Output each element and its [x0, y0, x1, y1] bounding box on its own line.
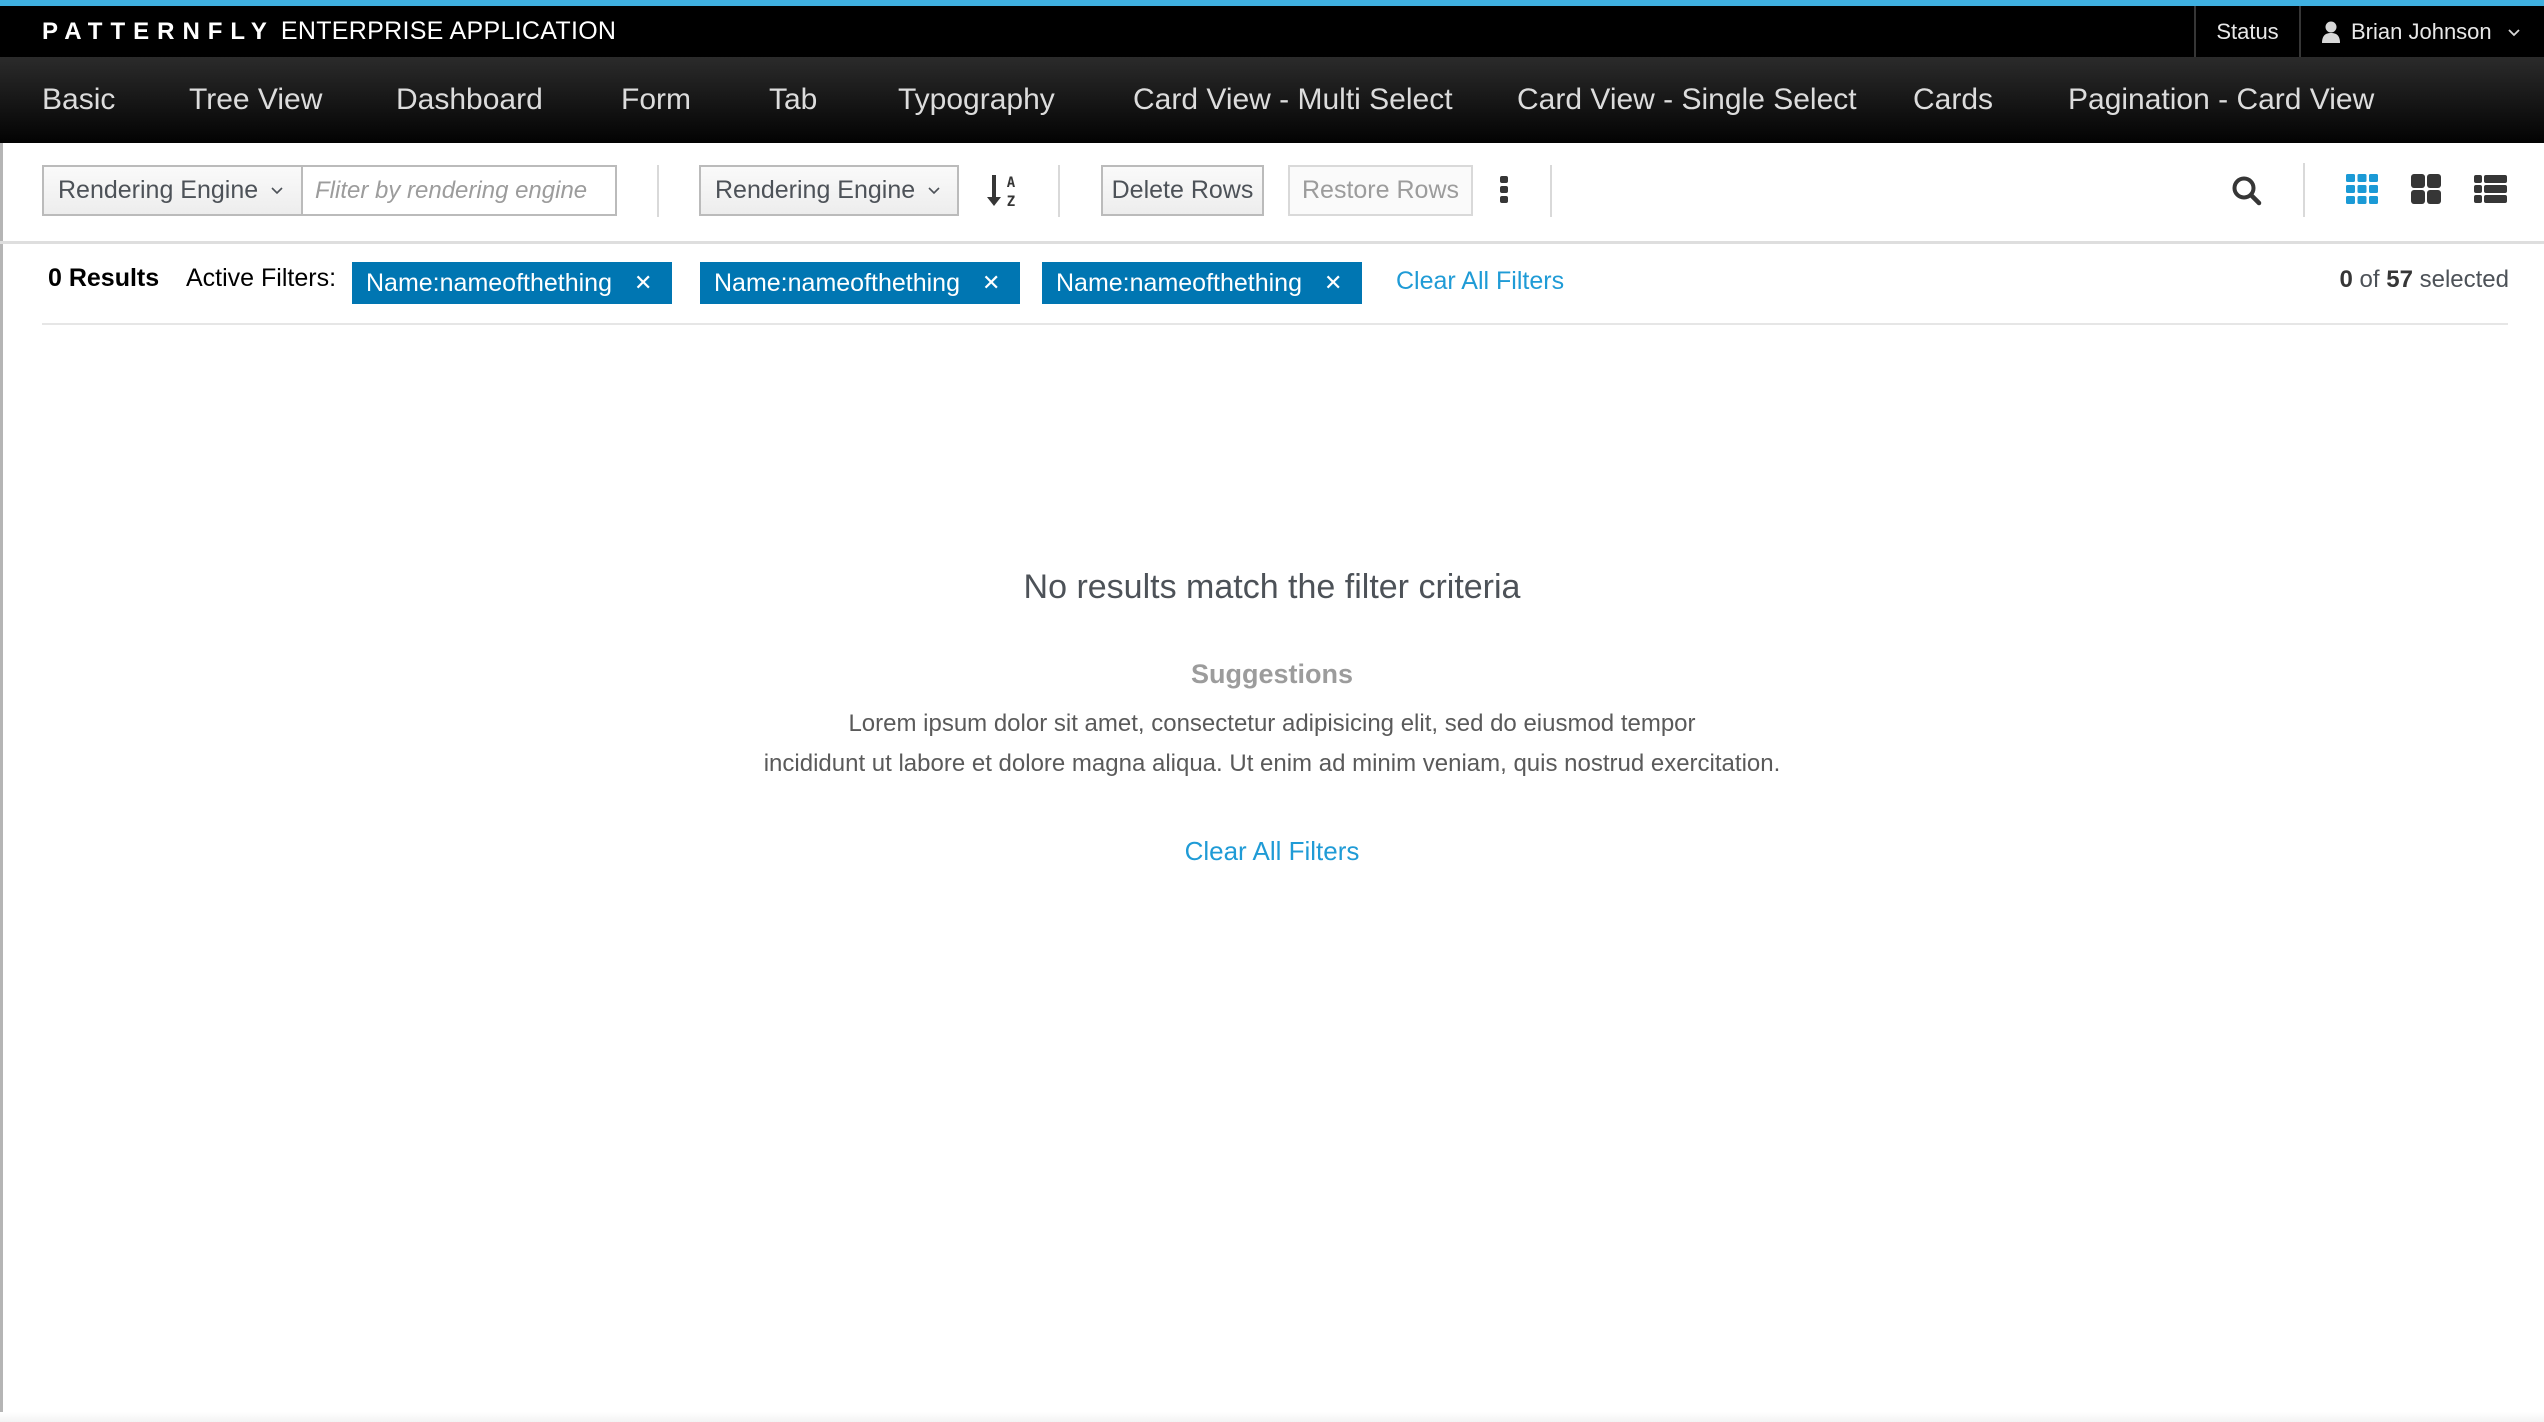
filter-field-label: Rendering Engine: [58, 176, 259, 204]
empty-state-text: Lorem ipsum dolor sit amet, consectetur …: [0, 704, 2544, 784]
selection-count: 0 of 57 selected: [2340, 266, 2509, 294]
brand[interactable]: PATTERNFLY ENTERPRISE APPLICATION: [42, 6, 616, 57]
clear-all-filters-link[interactable]: Clear All Filters: [1396, 267, 1564, 296]
toolbar-divider: [657, 165, 659, 217]
active-filters-label: Active Filters:: [186, 264, 337, 292]
nav-item-form[interactable]: Form: [621, 57, 691, 143]
search-icon[interactable]: [2231, 175, 2263, 207]
nav-item-dashboard[interactable]: Dashboard: [396, 57, 543, 143]
user-dropdown[interactable]: Brian Johnson: [2299, 6, 2544, 57]
brand-logo: PATTERNFLY: [42, 17, 275, 45]
sort-field-label: Rendering Engine: [715, 176, 916, 204]
toolbar: Rendering Engine Rendering Engine A Z De…: [0, 143, 2544, 244]
results-divider: [42, 323, 2508, 325]
empty-state-title: No results match the filter criteria: [1023, 568, 1521, 606]
close-icon[interactable]: ✕: [982, 270, 1000, 296]
total-number: 57: [2386, 266, 2413, 293]
delete-rows-label: Delete Rows: [1111, 176, 1254, 204]
masthead: PATTERNFLY ENTERPRISE APPLICATION Status…: [0, 6, 2544, 58]
list-icon[interactable]: [2474, 175, 2507, 203]
of-label: of: [2359, 266, 2380, 293]
kebab-icon[interactable]: [1497, 175, 1511, 205]
utility-menu: Status Brian Johnson: [2194, 6, 2544, 57]
restore-rows-button[interactable]: Restore Rows: [1288, 165, 1473, 216]
primary-nav: Basic Tree View Dashboard Form Tab Typog…: [0, 57, 2544, 143]
sort-field-dropdown[interactable]: Rendering Engine: [699, 165, 959, 216]
close-icon[interactable]: ✕: [634, 270, 652, 296]
filter-pill-label: Name:nameofthething: [1056, 268, 1302, 297]
filter-pill: Name:nameofthething ✕: [1042, 262, 1362, 304]
filter-input[interactable]: [303, 165, 617, 216]
user-icon: [2322, 21, 2340, 43]
selected-label: selected: [2419, 266, 2509, 293]
selected-number: 0: [2339, 266, 2353, 293]
chevron-down-icon: [271, 186, 283, 194]
nav-item-tab[interactable]: Tab: [769, 57, 817, 143]
toolbar-divider: [2303, 163, 2305, 217]
nav-item-tree-view[interactable]: Tree View: [189, 57, 322, 143]
empty-state-clear-all-filters-link[interactable]: Clear All Filters: [1185, 836, 1360, 867]
grid-large-icon[interactable]: [2411, 174, 2441, 204]
user-name: Brian Johnson: [2351, 18, 2492, 44]
nav-item-typography[interactable]: Typography: [898, 57, 1055, 143]
filter-pill: Name:nameofthething ✕: [700, 262, 1020, 304]
nav-item-card-view-single-select[interactable]: Card View - Single Select: [1517, 57, 1857, 143]
svg-text:A: A: [1007, 175, 1016, 191]
empty-state-subtitle: Suggestions: [1190, 659, 1353, 689]
filter-field-dropdown[interactable]: Rendering Engine: [42, 165, 303, 216]
nav-item-card-view-multi-select[interactable]: Card View - Multi Select: [1133, 57, 1453, 143]
nav-item-basic[interactable]: Basic: [42, 57, 115, 143]
results-count: 0 Results: [48, 264, 160, 292]
nav-item-cards[interactable]: Cards: [1913, 57, 1993, 143]
status-label: Status: [2216, 18, 2279, 44]
bottom-edge: [0, 1412, 2544, 1422]
grid-small-icon[interactable]: [2346, 174, 2378, 204]
empty-state: No results match the filter criteria Sug…: [0, 560, 2544, 867]
sort-alpha-asc-icon[interactable]: A Z: [987, 173, 1021, 209]
filter-pill-label: Name:nameofthething: [366, 268, 612, 297]
svg-text:Z: Z: [1007, 194, 1015, 209]
toolbar-divider: [1550, 165, 1552, 217]
chevron-down-icon: [2508, 28, 2520, 36]
close-icon[interactable]: ✕: [1324, 270, 1342, 296]
empty-state-text-line: incididunt ut labore et dolore magna ali…: [763, 750, 1781, 777]
status-link[interactable]: Status: [2194, 6, 2299, 57]
empty-state-text-line: Lorem ipsum dolor sit amet, consectetur …: [848, 710, 1696, 737]
nav-item-pagination-card-view[interactable]: Pagination - Card View: [2068, 57, 2374, 143]
brand-app-name: ENTERPRISE APPLICATION: [280, 17, 617, 45]
delete-rows-button[interactable]: Delete Rows: [1101, 165, 1264, 216]
toolbar-divider: [1058, 165, 1060, 217]
restore-rows-label: Restore Rows: [1302, 176, 1459, 204]
chevron-down-icon: [928, 186, 940, 194]
filter-pill-label: Name:nameofthething: [714, 268, 960, 297]
filter-pill: Name:nameofthething ✕: [352, 262, 672, 304]
